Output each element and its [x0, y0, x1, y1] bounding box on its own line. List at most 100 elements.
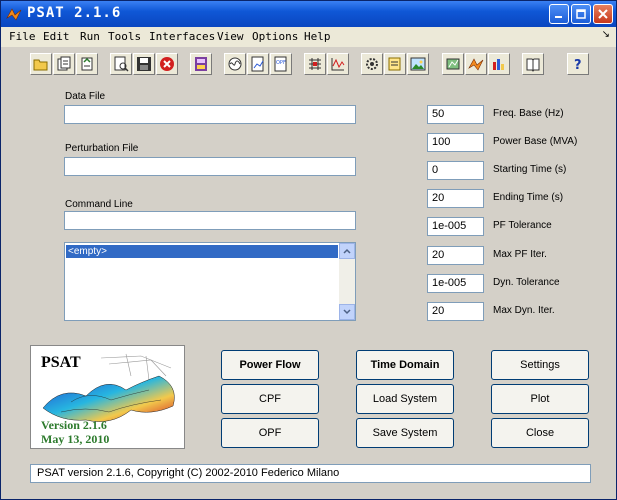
open-button[interactable]	[30, 53, 52, 75]
scroll-down-button[interactable]	[339, 304, 355, 320]
image-icon	[410, 57, 426, 71]
matlab-app-icon	[6, 8, 22, 21]
book-icon	[526, 58, 540, 72]
close-data-button[interactable]	[156, 53, 178, 75]
dock-arrow-icon[interactable]: ↘	[602, 29, 610, 40]
freq-base-label: Freq. Base (Hz)	[493, 108, 564, 119]
svg-text:OPF: OPF	[276, 60, 286, 66]
help-button[interactable]: ?	[567, 53, 589, 75]
max-pf-iter-field[interactable]: 20	[427, 246, 484, 265]
minimize-button[interactable]	[549, 4, 569, 24]
time-domain-button[interactable]: Time Domain	[356, 350, 454, 380]
bars-icon	[493, 59, 504, 70]
logo-version: Version 2.1.6	[41, 418, 107, 432]
cpf-button[interactable]: CPF	[221, 384, 319, 414]
svg-text:?: ?	[574, 58, 582, 72]
max-dyn-iter-label: Max Dyn. Iter.	[493, 305, 555, 316]
perturbation-file-field[interactable]	[64, 157, 356, 176]
open-data-icon	[57, 56, 71, 71]
minimize-icon	[555, 16, 562, 18]
scroll-up-button[interactable]	[339, 243, 355, 259]
setup-icon	[446, 58, 460, 70]
save-system-button[interactable]: Save System	[356, 418, 454, 448]
menu-options[interactable]: Options	[252, 30, 298, 43]
help-icon: ?	[574, 58, 582, 72]
open-icon	[33, 59, 48, 71]
matlab-icon	[468, 58, 484, 71]
pf-tolerance-field[interactable]: 1e-005	[427, 217, 484, 236]
menu-tools[interactable]: Tools	[108, 30, 141, 43]
listbox-scrollbar[interactable]	[339, 243, 355, 320]
menu-help[interactable]: Help	[304, 30, 331, 43]
menu-view[interactable]: View	[217, 30, 244, 43]
power-base-label: Power Base (MVA)	[493, 136, 578, 147]
ending-time-label: Ending Time (s)	[493, 192, 564, 203]
menu-run[interactable]: Run	[80, 30, 100, 43]
plot-icon	[331, 58, 345, 71]
edit-note-button[interactable]	[384, 53, 406, 75]
window-title: PSAT 2.1.6	[27, 5, 122, 21]
simulink-button[interactable]	[224, 53, 246, 75]
plot-button[interactable]	[327, 53, 349, 75]
matrix-button[interactable]	[304, 53, 326, 75]
perturbation-file-label: Perturbation File	[65, 143, 139, 154]
opf-report-button[interactable]: OPF	[270, 53, 292, 75]
logo-date: May 13, 2010	[41, 432, 110, 446]
data-file-field[interactable]	[64, 105, 356, 124]
plot-action-button[interactable]: Plot	[491, 384, 589, 414]
psat-main-window: PSAT 2.1.6 File Edit Run Tools Interface…	[0, 0, 617, 500]
view-data-icon	[114, 56, 129, 72]
starting-time-label: Starting Time (s)	[493, 164, 567, 175]
library-button[interactable]	[190, 53, 212, 75]
chevron-down-icon	[343, 309, 351, 315]
power-base-field[interactable]: 100	[427, 133, 484, 152]
open-perturbation-button[interactable]	[76, 53, 98, 75]
max-dyn-iter-field[interactable]: 20	[427, 302, 484, 321]
power-flow-button[interactable]: Power Flow	[221, 350, 319, 380]
menu-interfaces[interactable]: Interfaces	[149, 30, 215, 43]
load-system-button[interactable]: Load System	[356, 384, 454, 414]
simulink-icon	[228, 57, 242, 71]
pf-tolerance-label: PF Tolerance	[493, 220, 552, 231]
edit-note-icon	[388, 57, 401, 71]
view-data-button[interactable]	[110, 53, 132, 75]
freq-base-field[interactable]: 50	[427, 105, 484, 124]
bars-button[interactable]	[488, 53, 510, 75]
command-line-field[interactable]	[64, 211, 356, 230]
dyn-tolerance-field[interactable]: 1e-005	[427, 274, 484, 293]
close-data-icon	[160, 57, 174, 71]
list-item[interactable]: <empty>	[66, 245, 338, 258]
book-button[interactable]	[522, 53, 544, 75]
image-button[interactable]	[407, 53, 429, 75]
close-window-button[interactable]	[593, 4, 613, 24]
command-line-label: Command Line	[65, 199, 133, 210]
toolbar: OPF ?	[1, 49, 616, 79]
settings-button[interactable]: Settings	[491, 350, 589, 380]
menu-edit[interactable]: Edit	[43, 30, 70, 43]
close-button[interactable]: Close	[491, 418, 589, 448]
menu-file[interactable]: File	[9, 30, 36, 43]
chevron-up-icon	[343, 248, 351, 254]
status-bar: PSAT version 2.1.6, Copyright (C) 2002-2…	[30, 464, 591, 483]
report-button[interactable]	[247, 53, 269, 75]
open-data-button[interactable]	[53, 53, 75, 75]
open-perturbation-icon	[81, 57, 93, 71]
starting-time-field[interactable]: 0	[427, 161, 484, 180]
library-icon	[195, 57, 207, 71]
report-icon	[251, 56, 264, 72]
opf-report-icon: OPF	[274, 56, 287, 72]
settings-gear-icon	[366, 58, 378, 70]
opf-button[interactable]: OPF	[221, 418, 319, 448]
close-icon	[598, 9, 608, 19]
save-button[interactable]	[133, 53, 155, 75]
dyn-tolerance-label: Dyn. Tolerance	[493, 277, 560, 288]
psat-logo-panel: PSAT Version 2.1.6 May 13, 2010	[30, 345, 185, 449]
title-bar[interactable]: PSAT 2.1.6	[1, 1, 616, 27]
max-pf-iter-label: Max PF Iter.	[493, 249, 547, 260]
matlab-button[interactable]	[465, 53, 487, 75]
ending-time-field[interactable]: 20	[427, 189, 484, 208]
message-listbox[interactable]: <empty>	[64, 242, 356, 321]
maximize-button[interactable]	[571, 4, 591, 24]
settings-gear-button[interactable]	[361, 53, 383, 75]
setup-button[interactable]	[442, 53, 464, 75]
